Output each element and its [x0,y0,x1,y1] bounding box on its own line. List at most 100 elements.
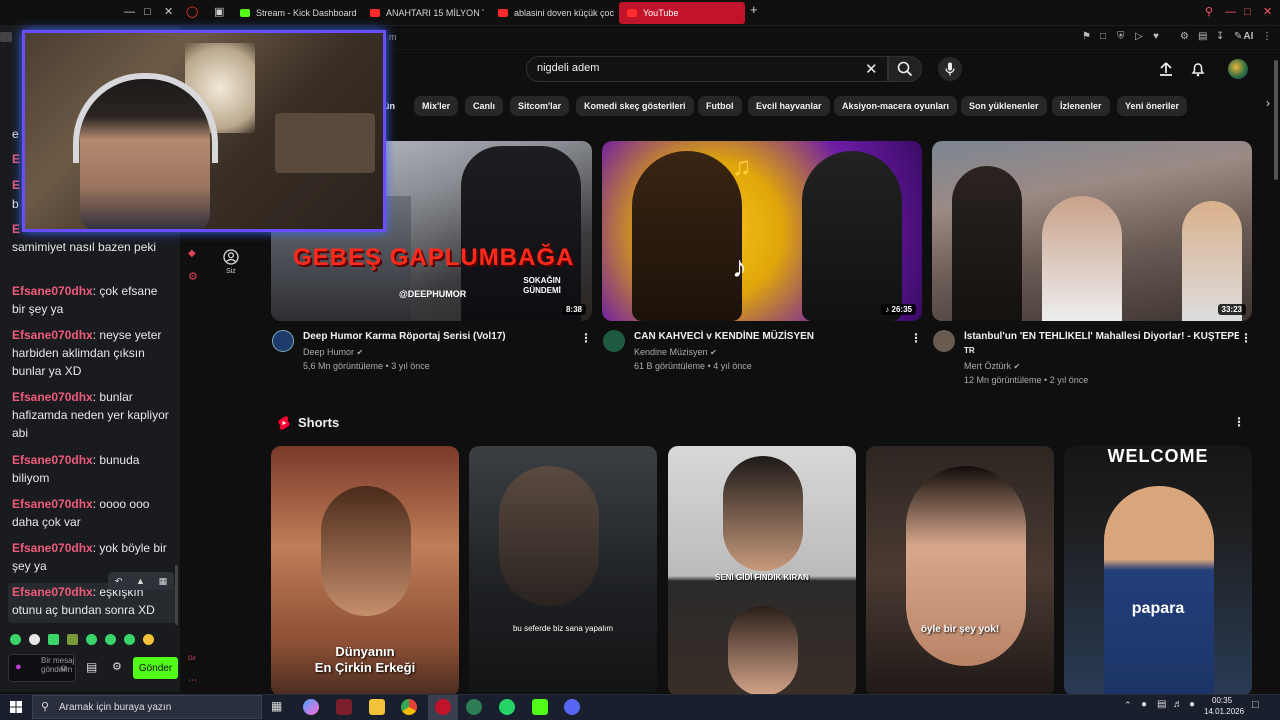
chips-next-icon[interactable]: › [1266,96,1270,110]
emote-icon[interactable] [105,634,116,645]
video-menu-icon[interactable]: ⋮ [910,331,922,345]
channel-avatar[interactable] [933,330,955,352]
chat-username[interactable]: Efsane070dhx [12,585,93,599]
chrome-icon[interactable] [401,699,417,715]
chip-recently-uploaded[interactable]: Son yüklenenler [961,96,1047,116]
video-menu-icon[interactable]: ⋮ [580,331,592,345]
play-icon[interactable]: ▷ [1135,31,1143,42]
emote-icon[interactable] [143,634,154,645]
more-icon[interactable]: ⋯ [188,675,197,686]
short-video-2[interactable]: bu seferde biz sana yapalım [469,446,657,696]
clear-search-icon[interactable]: ✕ [865,60,878,78]
download-icon[interactable]: ↧ [1216,31,1224,42]
wallet-icon[interactable]: ▤ [1198,31,1207,42]
video-thumbnail-3[interactable]: 33:23 [932,141,1252,321]
extensions-icon[interactable]: ⚙ [1180,31,1189,42]
channel-avatar[interactable] [603,330,625,352]
chat-username[interactable]: Efsane070dhx [12,284,93,298]
nav-you-label[interactable]: Siz [226,268,236,275]
tab-video-1[interactable]: ANAHTARI 15 MİLYON TL [362,2,484,24]
chip-pets[interactable]: Evcil hayvanlar [748,96,830,116]
chip-sitcoms[interactable]: Sitcom'lar [510,96,570,116]
menu-icon[interactable]: ⋮ [1262,31,1272,42]
chat-collapse-icon[interactable] [0,32,12,42]
whatsapp-icon[interactable] [499,699,515,715]
chip-mixes[interactable]: Mix'ler [414,96,459,116]
chip-live[interactable]: Canlı [465,96,504,116]
chat-username[interactable]: Efsane070dhx [12,328,93,342]
bookmark-icon[interactable]: ⚑ [1082,31,1091,42]
chat-username[interactable]: Efsane070dhx [12,453,93,467]
chip-football[interactable]: Futbol [698,96,742,116]
chat-scrollbar[interactable] [175,565,178,625]
microphone-icon[interactable]: ● [15,661,22,673]
search-button[interactable] [888,56,922,82]
copilot-icon[interactable] [303,699,319,715]
video-title[interactable]: İstanbul'un 'EN TEHLİKELİ' Mahallesi Diy… [964,331,1239,342]
channel-name[interactable]: Kendine Müzisyen ✔ [634,347,717,357]
short-video-4[interactable]: öyle bir şey yok! [866,446,1054,696]
tray-chevron-icon[interactable]: ⌃ [1124,700,1132,711]
emote-icon[interactable] [48,634,59,645]
chat-settings-gear-icon[interactable]: ⚙ [112,660,122,673]
emote-icon[interactable] [86,634,97,645]
volume-icon[interactable]: ♬ [1173,699,1183,710]
minimize-icon[interactable]: — [124,6,135,18]
shorts-menu-icon[interactable]: ⋮ [1233,415,1245,429]
channel-name[interactable]: Mert Öztürk ✔ [964,361,1020,371]
microphone-icon[interactable]: ● [1141,699,1147,710]
heart-icon[interactable]: ♥ [1153,31,1159,42]
chat-username[interactable]: Efsane070dhx [12,390,93,404]
tab-overview-icon[interactable]: ▣ [214,6,224,18]
clock-date[interactable]: 14.01.2026 [1204,707,1244,716]
shield-icon[interactable]: ⛨ [1117,31,1125,42]
app-icon[interactable] [466,699,482,715]
network-icon[interactable]: ▤ [1157,699,1166,710]
discord-icon[interactable] [564,699,580,715]
emote-icon[interactable] [10,634,21,645]
task-view-icon[interactable]: ▦ [271,699,282,713]
close-icon[interactable]: ✕ [164,6,173,18]
app-icon[interactable] [336,699,352,715]
tab-kick-dashboard[interactable]: Stream - Kick Dashboard [232,2,357,24]
emoji-icon[interactable]: ☺ [59,663,68,673]
windows-start-icon[interactable] [10,701,22,713]
kick-icon[interactable] [532,699,548,715]
short-video-5[interactable]: WELCOME papara [1064,446,1252,696]
short-video-1[interactable]: Dünyanın En Çirkin Erkeği [271,446,459,696]
chip-action-adventure[interactable]: Aksiyon-macera oyunları [834,96,958,116]
search-input[interactable] [537,62,837,74]
close-icon[interactable]: ✕ [1263,6,1272,18]
new-tab-icon[interactable]: + [750,3,758,16]
file-explorer-icon[interactable] [369,699,385,715]
you-icon[interactable] [223,249,239,265]
notifications-icon[interactable]: □ [1252,699,1259,711]
chip-comedy[interactable]: Komedi skeç gösterileri [576,96,694,116]
channel-name[interactable]: Deep Humor ✔ [303,347,363,357]
language-icon[interactable]: ● [1189,699,1195,710]
video-menu-icon[interactable]: ⋮ [1240,331,1252,345]
opera-logo-icon[interactable]: ◯ [186,6,198,18]
chip-watched[interactable]: İzlenenler [1052,96,1110,116]
pin-icon[interactable]: ▲ [136,576,145,586]
chat-username[interactable]: Efsane070dhx [12,541,93,555]
search-box[interactable]: ✕ [526,56,888,82]
chip-new-to-you[interactable]: Yeni öneriler [1117,96,1188,116]
page-scrollbar[interactable] [1274,60,1278,180]
channel-avatar[interactable] [272,330,294,352]
emote-icon[interactable] [124,634,135,645]
video-title-line2[interactable]: TR [964,346,975,355]
chat-settings-icon[interactable]: ⚙ [188,270,198,283]
opera-gx-icon[interactable] [435,699,451,715]
video-title[interactable]: CAN KAHVECİ v KENDİNE MÜZİSYEN [634,331,814,342]
video-title[interactable]: Deep Humor Karma Röportaj Serisi (Vol17) [303,331,506,342]
notifications-bell-icon[interactable] [1190,61,1206,77]
chat-mod-icon[interactable]: ◆ [188,248,196,259]
ai-icon[interactable]: ✎AI [1234,31,1253,42]
gift-icon[interactable]: ▤ [86,660,97,674]
delete-icon[interactable]: ▦ [159,576,168,587]
video-thumbnail-2[interactable]: ♫ ♪ ♪ 26:35 [602,141,922,321]
maximize-icon[interactable]: □ [1244,6,1251,18]
chat-username[interactable]: Efsane070dhx [12,497,93,511]
reply-icon[interactable]: ↶ [115,576,123,587]
